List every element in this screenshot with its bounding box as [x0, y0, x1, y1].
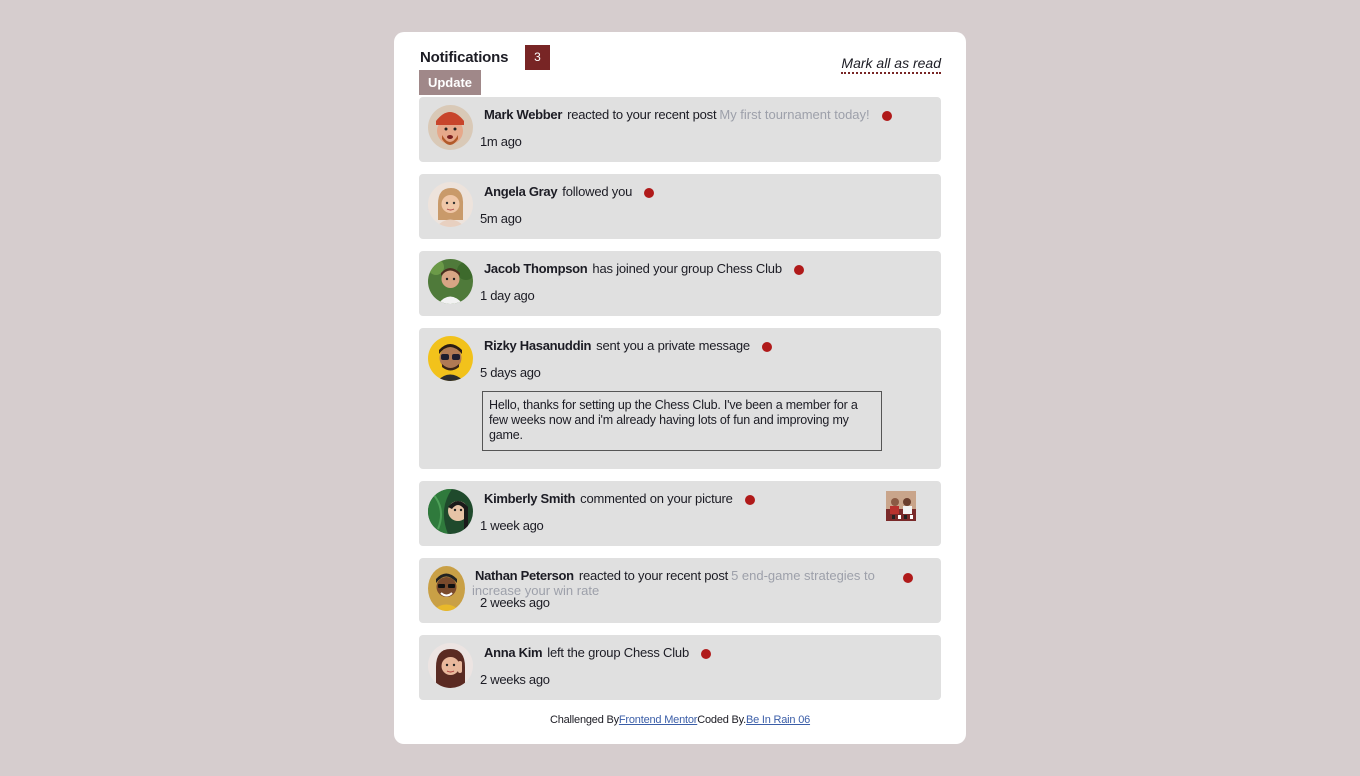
notification-time: 2 weeks ago: [480, 672, 550, 687]
notification-action: followed you: [562, 184, 633, 199]
notification-text: Rizky Hasanuddin sent you a private messa…: [484, 338, 772, 353]
notification-item[interactable]: Rizky Hasanuddin sent you a private messa…: [419, 328, 941, 469]
user-name-link[interactable]: Jacob Thompson: [484, 261, 588, 276]
post-link[interactable]: My first tournament today!: [719, 107, 869, 122]
notification-time: 5 days ago: [480, 365, 541, 380]
notification-item[interactable]: Kimberly Smith commented on your picture …: [419, 481, 941, 546]
notification-action: has joined your group Chess Club: [592, 261, 782, 276]
notification-item[interactable]: Nathan Peterson reacted to your recent po…: [419, 558, 941, 623]
frontend-mentor-link[interactable]: Frontend Mentor: [619, 714, 698, 726]
notification-time: 1 day ago: [480, 288, 535, 303]
rizky-hasanuddin-avatar-icon[interactable]: [428, 336, 473, 381]
notification-time: 1m ago: [480, 134, 522, 149]
notification-item[interactable]: Mark Webber reacted to your recent post My…: [419, 97, 941, 162]
kimberly-smith-avatar-icon[interactable]: [428, 489, 473, 534]
notification-item[interactable]: Anna Kim left the group Chess Club 2 week…: [419, 635, 941, 700]
update-button[interactable]: Update: [419, 70, 481, 95]
chess-picture-thumbnail-icon[interactable]: [886, 491, 916, 521]
notification-text: Jacob Thompson has joined your group Ches…: [484, 261, 804, 276]
coder-link[interactable]: Be In Rain 06: [746, 714, 810, 726]
unread-count-badge: 3: [525, 45, 550, 70]
challenged-label: Challenged By: [549, 714, 619, 726]
user-name-link[interactable]: Angela Gray: [484, 184, 558, 199]
unread-dot-icon: [881, 110, 892, 121]
notification-text: Kimberly Smith commented on your picture: [484, 491, 755, 506]
user-name-link[interactable]: Kimberly Smith: [484, 491, 575, 506]
notification-text: Nathan Peterson reacted to your recent po…: [472, 568, 922, 598]
notification-text: Anna Kim left the group Chess Club: [484, 645, 711, 660]
notification-action: left the group Chess Club: [547, 645, 689, 660]
user-name-link[interactable]: Anna Kim: [484, 645, 543, 660]
notification-time: 1 week ago: [480, 518, 544, 533]
unread-dot-icon: [793, 264, 804, 275]
unread-dot-icon: [744, 494, 755, 505]
user-name-link[interactable]: Nathan Peterson: [475, 568, 574, 583]
notification-action: reacted to your recent post: [578, 568, 729, 583]
notification-item[interactable]: Jacob Thompson has joined your group Ches…: [419, 251, 941, 316]
notification-time: 2 weeks ago: [480, 595, 550, 610]
page-title: Notifications: [420, 49, 509, 66]
anna-kim-avatar-icon[interactable]: [428, 643, 473, 688]
unread-dot-icon: [903, 573, 913, 583]
notifications-card: Notifications 3 Update Mark all as read …: [394, 32, 966, 744]
notification-action: reacted to your recent post: [567, 107, 717, 122]
notification-action: sent you a private message: [596, 338, 750, 353]
private-message[interactable]: Hello, thanks for setting up the Chess C…: [482, 391, 882, 451]
nathan-peterson-avatar-icon[interactable]: [428, 566, 465, 611]
coded-label: Coded By.: [697, 714, 746, 726]
jacob-thompson-avatar-icon[interactable]: [428, 259, 473, 304]
unread-dot-icon: [644, 187, 655, 198]
angela-gray-avatar-icon[interactable]: [428, 182, 473, 227]
notification-action: commented on your picture: [580, 491, 733, 506]
user-name-link[interactable]: Mark Webber: [484, 107, 562, 122]
notification-text: Mark Webber reacted to your recent post My…: [484, 107, 892, 122]
notification-text: Angela Gray followed you: [484, 184, 655, 199]
notification-item[interactable]: Angela Gray followed you 5m ago: [419, 174, 941, 239]
unread-dot-icon: [700, 648, 711, 659]
user-name-link[interactable]: Rizky Hasanuddin: [484, 338, 591, 353]
unread-dot-icon: [761, 341, 772, 352]
mark-webber-avatar-icon[interactable]: [428, 105, 473, 150]
mark-all-read-link[interactable]: Mark all as read: [841, 55, 941, 74]
notification-time: 5m ago: [480, 211, 522, 226]
attribution-footer: Challenged ByFrontend MentorCoded By.Be …: [394, 714, 966, 726]
